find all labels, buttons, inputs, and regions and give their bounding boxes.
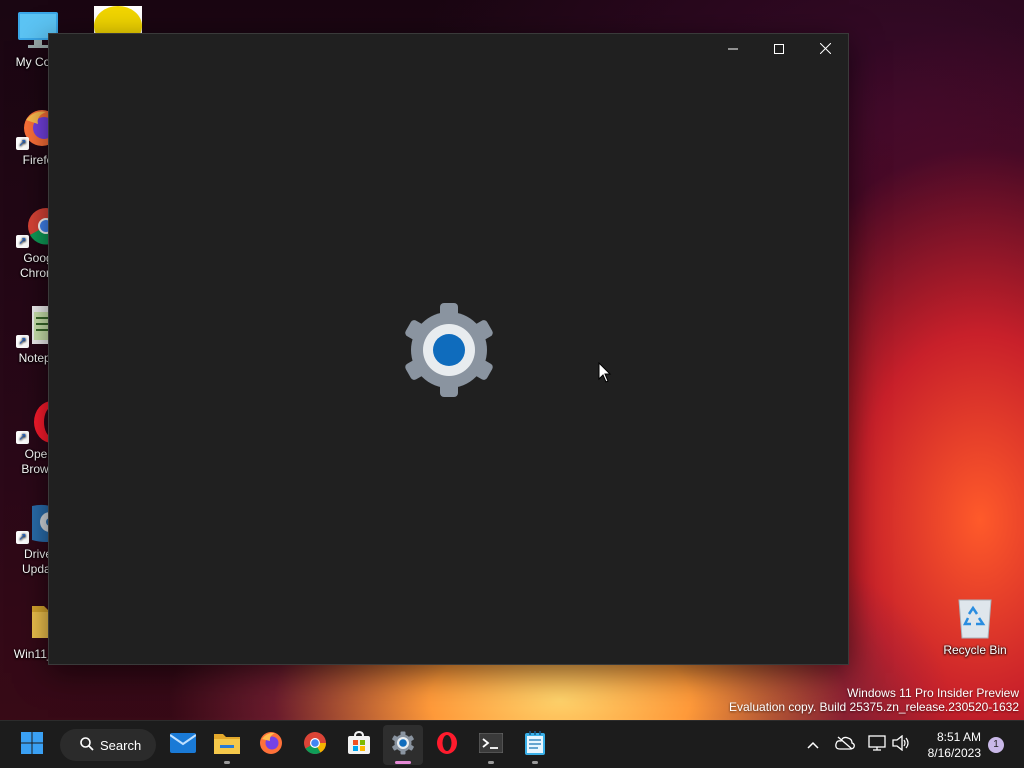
tray-volume-button[interactable] [889,733,913,757]
tray-network-button[interactable] [865,733,889,757]
settings-gear-icon [391,731,415,760]
recycle-bin-icon [953,596,997,640]
search-icon [80,736,94,754]
close-icon [819,41,831,59]
terminal-icon [478,732,504,758]
file-explorer-icon [214,732,240,759]
taskbar-app-chrome[interactable] [295,725,335,765]
taskbar-app-notepad[interactable] [515,725,555,765]
shortcut-arrow-icon: ↗ [16,431,29,444]
taskbar-app-settings[interactable] [383,725,423,765]
taskbar-app-store[interactable] [339,725,379,765]
taskbar: Search 8:51 AM 8/16/2023 1 [0,720,1024,768]
chrome-icon [303,731,327,760]
taskbar-app-file-explorer[interactable] [207,725,247,765]
recycle-bin-label: Recycle Bin [943,643,1007,657]
running-indicator [224,761,230,764]
minimize-button[interactable] [710,34,756,66]
running-indicator [488,761,494,764]
shortcut-arrow-icon: ↗ [16,137,29,150]
taskbar-app-mail[interactable] [163,725,203,765]
settings-gear-icon [399,302,499,398]
search-label: Search [100,737,142,753]
mouse-cursor-icon [598,361,612,384]
shortcut-arrow-icon: ↗ [16,335,29,348]
clock-time: 8:51 AM [936,730,981,744]
taskbar-search[interactable]: Search [60,729,156,761]
shortcut-arrow-icon: ↗ [16,531,29,544]
cloud-offline-icon [835,736,855,755]
firefox-icon [259,731,283,760]
start-button[interactable] [12,725,52,765]
watermark-line2: Evaluation copy. Build 25375.zn_release.… [729,700,1019,714]
taskbar-app-firefox[interactable] [251,725,291,765]
yellow-app-icon [94,6,142,46]
network-icon [868,734,886,756]
watermark-line1: Windows 11 Pro Insider Preview [847,686,1019,700]
taskbar-clock[interactable]: 8:51 AM 8/16/2023 [928,729,981,761]
windows-logo-icon [20,731,44,760]
notification-badge[interactable]: 1 [988,737,1004,753]
tray-onedrive-button[interactable] [833,733,857,757]
window-titlebar[interactable] [49,34,848,66]
settings-window [48,33,849,665]
taskbar-app-terminal[interactable] [471,725,511,765]
opera-icon [435,731,459,760]
active-indicator [395,761,411,764]
running-indicator [532,761,538,764]
mail-icon [169,732,197,758]
tray-overflow-button[interactable] [801,733,825,757]
notepad-icon [525,730,545,760]
minimize-icon [728,41,738,59]
chevron-up-icon [807,736,819,754]
desktop-icon-recycle-bin[interactable]: Recycle Bin [937,596,1013,658]
close-button[interactable] [802,34,848,66]
windows-watermark: Windows 11 Pro Insider Preview Evaluatio… [729,686,1019,714]
volume-icon [892,734,910,756]
maximize-button[interactable] [756,34,802,66]
shortcut-arrow-icon: ↗ [16,235,29,248]
maximize-icon [774,41,784,59]
taskbar-app-opera[interactable] [427,725,467,765]
clock-date: 8/16/2023 [927,746,981,760]
store-icon [347,730,371,760]
